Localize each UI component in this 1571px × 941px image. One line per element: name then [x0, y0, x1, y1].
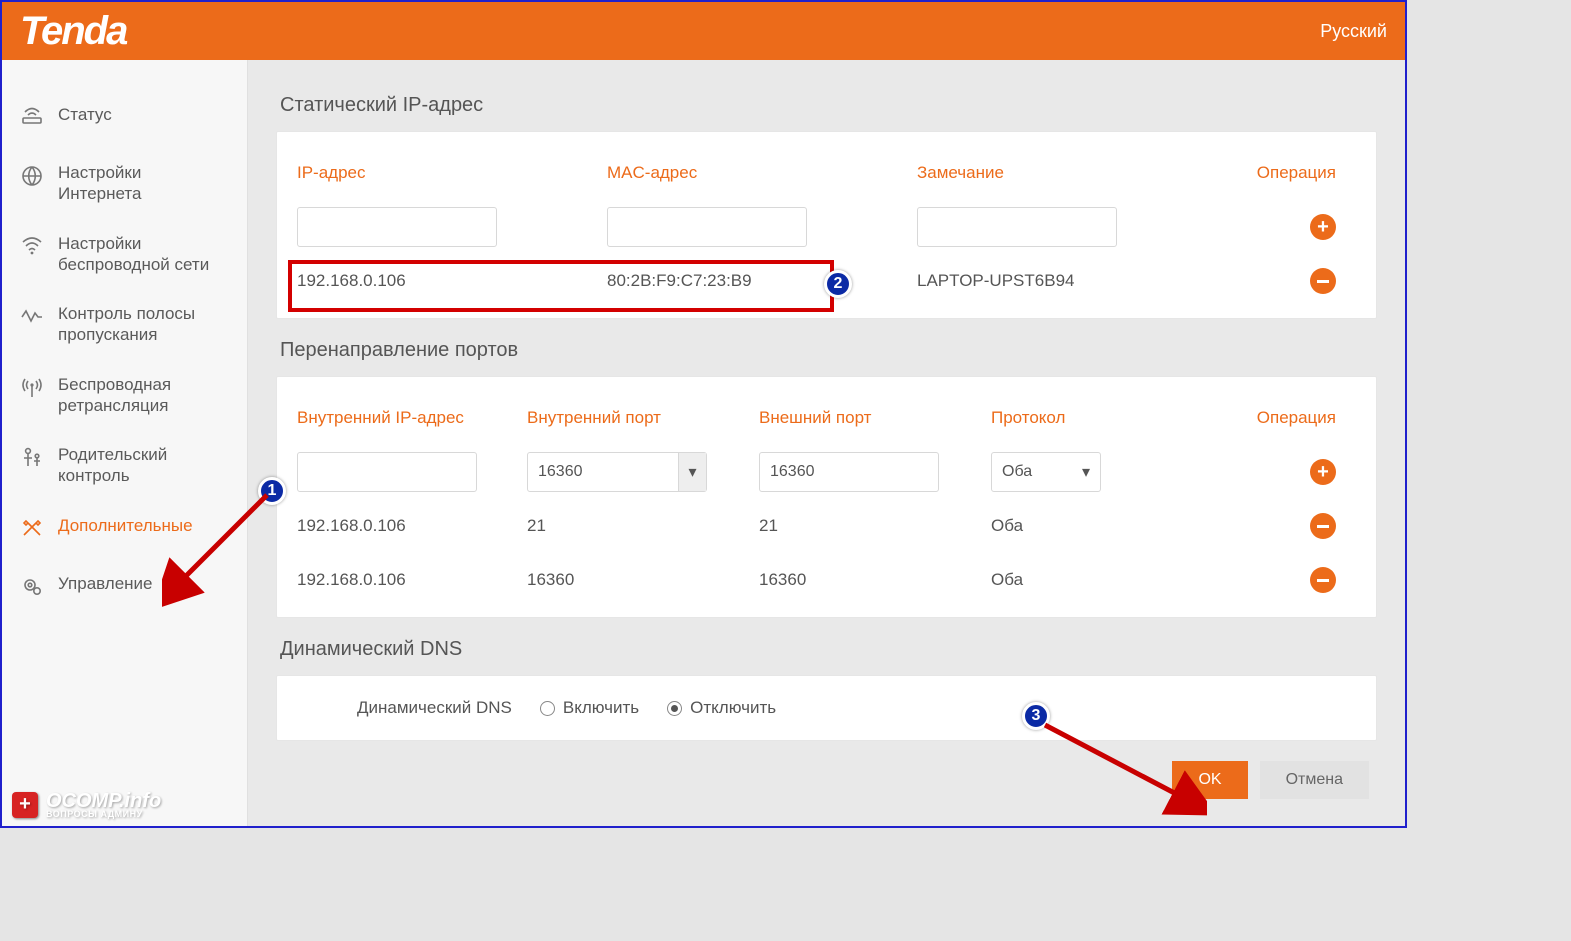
sidebar-item-label: Настройки беспроводной сети	[58, 233, 229, 276]
pf-col-iport: Внутренний порт	[527, 408, 759, 428]
pf-col-eport: Внешний порт	[759, 408, 991, 428]
remove-port-forward-button[interactable]	[1310, 513, 1336, 539]
sidebar: Статус Настройки Интернета Настройки бес…	[2, 60, 248, 826]
radio-checked-icon	[667, 701, 682, 716]
pf-row-eport: 16360	[759, 570, 991, 590]
sidebar-item-label: Настройки Интернета	[58, 162, 229, 205]
ddns-disable-text: Отключить	[690, 698, 776, 718]
add-static-ip-button[interactable]	[1310, 214, 1336, 240]
pf-eport-input[interactable]	[759, 452, 939, 492]
sidebar-item-bandwidth[interactable]: Контроль полосы пропускания	[2, 289, 247, 360]
pf-col-op: Операция	[1211, 408, 1356, 428]
sidebar-item-parental[interactable]: Родительский контроль	[2, 430, 247, 501]
watermark: + OCOMP.info ВОПРОСЫ АДМИНУ	[12, 792, 161, 818]
pf-row-eport: 21	[759, 516, 991, 536]
pf-proto-select[interactable]: Оба ▾	[991, 452, 1101, 492]
pf-row-iport: 21	[527, 516, 759, 536]
pf-iport-value: 16360	[538, 463, 583, 481]
plus-badge-icon: +	[12, 792, 38, 818]
col-header-ip: IP-адрес	[297, 163, 607, 183]
static-ip-panel: IP-адрес MAC-адрес Замечание Операция 19…	[276, 131, 1377, 319]
cancel-button[interactable]: Отмена	[1260, 761, 1369, 799]
brand-logo: Tenda	[20, 9, 126, 54]
globe-icon	[20, 162, 44, 188]
radio-icon	[540, 701, 555, 716]
ddns-enable-radio[interactable]: Включить	[540, 698, 639, 718]
chevron-down-icon: ▾	[1072, 453, 1100, 491]
footer-buttons: OK Отмена	[276, 761, 1377, 799]
port-forward-title: Перенаправление портов	[280, 339, 1377, 362]
pf-row-ip: 192.168.0.106	[297, 516, 527, 536]
port-forward-panel: Внутренний IP-адрес Внутренний порт Внеш…	[276, 376, 1377, 618]
sidebar-item-advanced[interactable]: Дополнительные	[2, 501, 247, 559]
app-header: Tenda Русский	[2, 2, 1405, 60]
static-mac-input[interactable]	[607, 207, 807, 247]
ok-button[interactable]: OK	[1172, 761, 1247, 799]
activity-icon	[20, 303, 44, 325]
static-note-input[interactable]	[917, 207, 1117, 247]
remove-port-forward-button[interactable]	[1310, 567, 1336, 593]
tools-icon	[20, 515, 44, 539]
static-note-value: LAPTOP-UPST6B94	[917, 271, 1217, 291]
sidebar-item-management[interactable]: Управление	[2, 559, 247, 617]
ddns-enable-text: Включить	[563, 698, 639, 718]
sidebar-item-label: Управление	[58, 573, 153, 594]
static-mac-value: 80:2B:F9:C7:23:B9	[607, 271, 917, 291]
ddns-title: Динамический DNS	[280, 638, 1377, 661]
family-icon	[20, 444, 44, 468]
remove-static-ip-button[interactable]	[1310, 268, 1336, 294]
pf-row-proto: Оба	[991, 570, 1211, 590]
ddns-disable-radio[interactable]: Отключить	[667, 698, 776, 718]
ddns-label: Динамический DNS	[357, 698, 512, 718]
static-ip-title: Статический IP-адрес	[280, 94, 1377, 117]
gear-icon	[20, 573, 44, 597]
pf-proto-value: Оба	[1002, 463, 1032, 481]
content-area: Статический IP-адрес IP-адрес MAC-адрес …	[248, 60, 1405, 826]
sidebar-item-internet[interactable]: Настройки Интернета	[2, 148, 247, 219]
pf-row-ip: 192.168.0.106	[297, 570, 527, 590]
col-header-op: Операция	[1217, 163, 1356, 183]
ddns-panel: Динамический DNS Включить Отключить	[276, 675, 1377, 741]
sidebar-item-status[interactable]: Статус	[2, 90, 247, 148]
wifi-icon	[20, 233, 44, 255]
add-port-forward-button[interactable]	[1310, 459, 1336, 485]
sidebar-item-label: Контроль полосы пропускания	[58, 303, 229, 346]
col-header-mac: MAC-адрес	[607, 163, 917, 183]
col-header-note: Замечание	[917, 163, 1217, 183]
sidebar-item-wireless[interactable]: Настройки беспроводной сети	[2, 219, 247, 290]
pf-row-proto: Оба	[991, 516, 1211, 536]
pf-col-ip: Внутренний IP-адрес	[297, 408, 527, 428]
pf-ip-input[interactable]	[297, 452, 477, 492]
sidebar-item-label: Родительский контроль	[58, 444, 229, 487]
sidebar-item-label: Беспроводная ретрансляция	[58, 374, 229, 417]
static-ip-input[interactable]	[297, 207, 497, 247]
pf-col-proto: Протокол	[991, 408, 1211, 428]
chevron-down-icon: ▾	[678, 453, 706, 491]
pf-iport-select[interactable]: 16360 ▾	[527, 452, 707, 492]
sidebar-item-label: Статус	[58, 104, 112, 125]
sidebar-item-repeater[interactable]: Беспроводная ретрансляция	[2, 360, 247, 431]
router-icon	[20, 104, 44, 126]
sidebar-item-label: Дополнительные	[58, 515, 193, 536]
antenna-icon	[20, 374, 44, 398]
static-ip-value: 192.168.0.106	[297, 271, 607, 291]
language-switch[interactable]: Русский	[1320, 21, 1387, 42]
pf-row-iport: 16360	[527, 570, 759, 590]
